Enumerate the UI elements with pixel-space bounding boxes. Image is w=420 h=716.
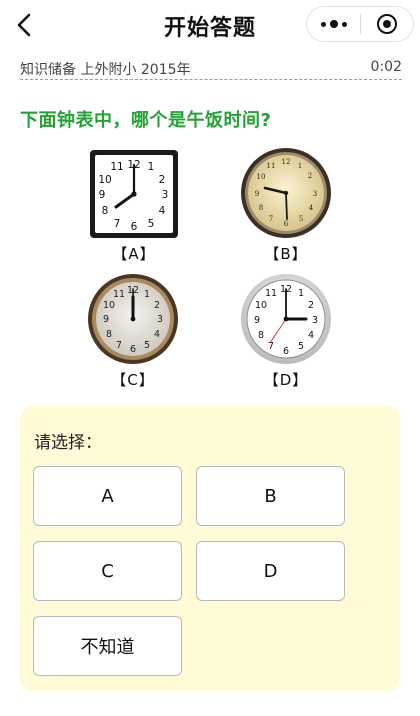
svg-text:6: 6 [283, 346, 289, 357]
svg-text:10: 10 [103, 300, 115, 311]
svg-text:10: 10 [255, 300, 267, 311]
choice-a-button[interactable]: A [33, 466, 182, 526]
svg-text:10: 10 [257, 173, 266, 181]
clock-d-image: 12 1 2 3 4 5 6 7 8 9 10 11 [240, 273, 332, 365]
svg-text:8: 8 [106, 329, 112, 340]
info-bar: 知识储备 上外附小 2015年 0:02 [20, 56, 402, 80]
svg-text:6: 6 [131, 221, 138, 233]
question-source: 知识储备 上外附小 2015年 [20, 62, 191, 78]
question-text: 下面钟表中，哪个是午饭时间? [20, 110, 272, 131]
svg-text:2: 2 [159, 174, 166, 186]
svg-text:2: 2 [308, 172, 312, 180]
clock-a-image: 12 1 2 3 4 5 6 7 8 9 10 11 [88, 148, 180, 240]
option-b-label: 【B】 [264, 245, 308, 263]
svg-text:3: 3 [157, 314, 163, 325]
svg-text:7: 7 [116, 340, 122, 351]
svg-text:2: 2 [154, 300, 160, 311]
choice-b-button[interactable]: B [196, 466, 345, 526]
svg-text:5: 5 [299, 215, 303, 223]
svg-text:4: 4 [159, 205, 166, 217]
choice-d-button[interactable]: D [196, 541, 345, 601]
option-c-label: 【C】 [111, 371, 155, 389]
svg-text:9: 9 [255, 190, 259, 198]
svg-text:11: 11 [267, 162, 276, 170]
more-dots-icon [320, 21, 326, 27]
svg-text:11: 11 [113, 289, 125, 300]
option-a-label: 【A】 [112, 245, 156, 263]
svg-text:8: 8 [258, 330, 264, 341]
svg-text:1: 1 [298, 288, 304, 299]
svg-text:9: 9 [254, 315, 260, 326]
svg-text:10: 10 [98, 174, 111, 186]
clock-c-image: 12 1 2 3 4 5 6 7 8 9 10 11 [87, 273, 179, 365]
svg-text:2: 2 [308, 300, 314, 311]
navigation-bar: 开始答题 [0, 0, 420, 50]
mini-program-capsule [306, 6, 414, 42]
svg-text:4: 4 [154, 329, 160, 340]
svg-text:5: 5 [298, 341, 304, 352]
svg-text:6: 6 [130, 344, 136, 355]
svg-text:6: 6 [284, 220, 289, 228]
svg-text:11: 11 [110, 161, 123, 173]
svg-text:7: 7 [114, 218, 121, 230]
choice-c-button[interactable]: C [33, 541, 182, 601]
svg-text:12: 12 [282, 158, 291, 166]
more-button[interactable] [307, 7, 360, 41]
svg-text:8: 8 [259, 204, 263, 212]
svg-text:1: 1 [298, 162, 302, 170]
clock-b-image: 12 1 2 3 4 5 6 7 8 9 10 11 [240, 147, 332, 239]
choice-panel: 请选择： A B C D 不知道 [20, 406, 400, 691]
option-d-label: 【D】 [263, 371, 309, 389]
svg-text:8: 8 [102, 205, 109, 217]
target-close-icon [376, 14, 397, 34]
svg-text:1: 1 [144, 289, 150, 300]
svg-text:9: 9 [99, 189, 106, 201]
svg-text:7: 7 [269, 215, 273, 223]
timer: 0:02 [370, 59, 402, 75]
svg-text:9: 9 [103, 314, 109, 325]
svg-text:5: 5 [144, 340, 150, 351]
dont-know-button[interactable]: 不知道 [33, 616, 182, 676]
svg-text:3: 3 [312, 315, 318, 326]
close-button[interactable] [361, 7, 413, 41]
svg-text:11: 11 [265, 288, 277, 299]
svg-text:3: 3 [313, 190, 317, 198]
svg-text:5: 5 [148, 218, 155, 230]
svg-text:4: 4 [308, 330, 314, 341]
svg-text:7: 7 [268, 341, 274, 352]
choice-title: 请选择： [34, 433, 102, 453]
svg-text:4: 4 [309, 204, 314, 212]
svg-text:1: 1 [148, 161, 155, 173]
svg-text:3: 3 [162, 189, 169, 201]
